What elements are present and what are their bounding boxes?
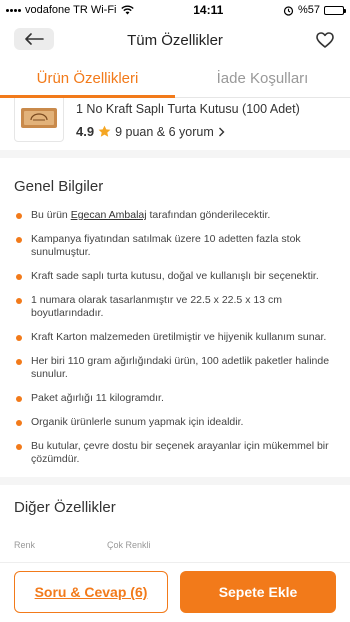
rating-count: 9 puan & 6 yorum	[115, 124, 214, 139]
info-text: Kampanya fiyatından satılmak üzere 10 ad…	[31, 233, 301, 258]
feature-value: Çok Renkli	[107, 540, 151, 550]
info-text: 1 numara olarak tasarlanmıştır ve 22.5 x…	[31, 294, 282, 319]
general-info-section: Genel Bilgiler Bu ürün Egecan Ambalaj ta…	[0, 158, 350, 466]
add-to-cart-button[interactable]: Sepete Ekle	[180, 571, 336, 613]
tab-product-features[interactable]: Ürün Özellikleri	[0, 60, 175, 98]
page-title: Tüm Özellikler	[127, 31, 223, 49]
product-header: 1 No Kraft Saplı Turta Kutusu (100 Adet)…	[0, 98, 350, 158]
section-divider	[0, 477, 350, 485]
signal-icon	[6, 8, 21, 12]
info-text: Kraft sade saplı turta kutusu, doğal ve …	[31, 270, 319, 282]
back-button[interactable]	[14, 28, 54, 50]
info-list: Bu ürün Egecan Ambalaj tarafından gönder…	[14, 209, 336, 466]
tab-bar: Ürün Özellikleri İade Koşulları	[0, 60, 350, 98]
bullet-icon	[16, 359, 22, 365]
bullet-icon	[16, 396, 22, 402]
battery-percent: %57	[297, 4, 320, 16]
info-text: Paket ağırlığı 11 kilogramdır.	[31, 392, 164, 404]
info-text: Her biri 110 gram ağırlığındaki ürün, 10…	[31, 355, 330, 380]
status-bar: vodafone TR Wi-Fi 14:11 %57	[0, 0, 350, 20]
bullet-icon	[16, 335, 22, 341]
list-item: Kraft sade saplı turta kutusu, doğal ve …	[16, 270, 336, 283]
arrow-left-icon	[25, 33, 44, 45]
battery-icon	[324, 5, 346, 15]
alarm-icon	[283, 5, 294, 16]
favorite-button[interactable]	[314, 30, 336, 50]
status-time: 14:11	[193, 3, 224, 17]
star-icon	[98, 125, 111, 137]
general-info-title: Genel Bilgiler	[14, 178, 104, 195]
list-item: Kampanya fiyatından satılmak üzere 10 ad…	[16, 233, 336, 259]
list-item: Bu kutular, çevre dostu bir seçenek aray…	[16, 440, 336, 466]
bullet-icon	[16, 420, 22, 426]
other-features-title: Diğer Özellikler	[14, 499, 116, 516]
carrier-label: vodafone TR Wi-Fi	[25, 4, 117, 16]
list-item: Organik ürünlerle sunum yapmak için idea…	[16, 416, 336, 429]
rating-score: 4.9	[76, 124, 95, 139]
list-item: Her biri 110 gram ağırlığındaki ürün, 10…	[16, 355, 336, 381]
bullet-icon	[16, 274, 22, 280]
info-text: Organik ürünlerle sunum yapmak için idea…	[31, 416, 244, 428]
list-item: Bu ürün Egecan Ambalaj tarafından gönder…	[16, 209, 336, 222]
tab-return-conditions[interactable]: İade Koşulları	[175, 60, 350, 97]
feature-row: Renk Çok Renkli	[0, 516, 350, 550]
product-name: 1 No Kraft Saplı Turta Kutusu (100 Adet)	[76, 102, 300, 116]
info-text: Bu kutular, çevre dostu bir seçenek aray…	[31, 440, 329, 465]
info-text: Kraft Karton malzemeden üretilmiştir ve …	[31, 331, 327, 343]
chevron-right-icon	[218, 127, 225, 136]
product-info: 1 No Kraft Saplı Turta Kutusu (100 Adet)…	[76, 100, 336, 140]
list-item: 1 numara olarak tasarlanmıştır ve 22.5 x…	[16, 294, 336, 320]
nav-bar: Tüm Özellikler	[0, 20, 350, 60]
bullet-icon	[16, 213, 22, 219]
bullet-icon	[16, 444, 22, 450]
rating-row[interactable]: 4.9 9 puan & 6 yorum	[76, 124, 336, 139]
seller-prefix: Bu ürün	[31, 209, 71, 221]
wifi-icon	[120, 5, 134, 15]
bottom-action-bar: Soru & Cevap (6) Sepete Ekle	[0, 562, 350, 622]
product-thumbnail[interactable]	[14, 98, 64, 142]
list-item: Paket ağırlığı 11 kilogramdır.	[16, 392, 336, 405]
seller-link[interactable]: Egecan Ambalaj	[71, 209, 147, 221]
seller-suffix: tarafından gönderilecektir.	[146, 209, 271, 221]
qa-button[interactable]: Soru & Cevap (6)	[14, 571, 168, 613]
bullet-icon	[16, 298, 22, 304]
pie-box-image	[21, 108, 57, 128]
status-right: %57	[283, 4, 346, 16]
feature-label: Renk	[14, 540, 36, 550]
list-item: Kraft Karton malzemeden üretilmiştir ve …	[16, 331, 336, 344]
status-left: vodafone TR Wi-Fi	[6, 4, 134, 16]
bullet-icon	[16, 237, 22, 243]
heart-icon	[316, 32, 334, 48]
seller-info-text: Bu ürün Egecan Ambalaj tarafından gönder…	[31, 209, 270, 222]
